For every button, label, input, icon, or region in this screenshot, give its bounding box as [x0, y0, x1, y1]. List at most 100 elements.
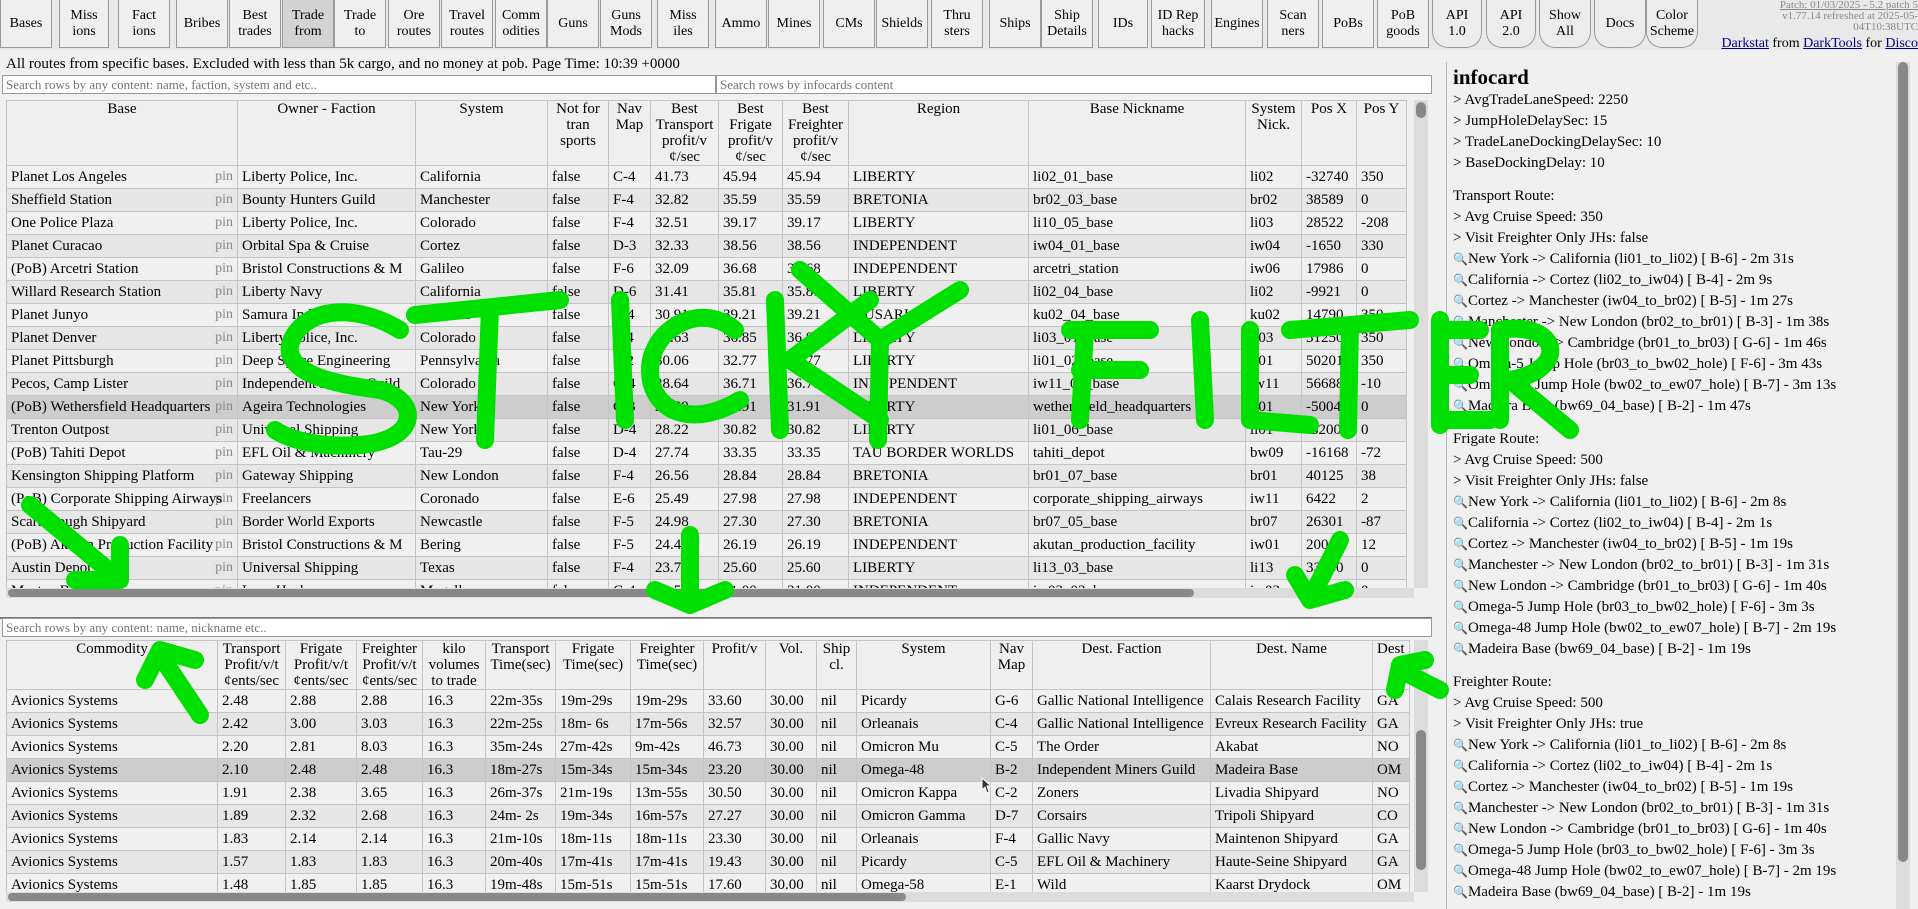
table-row[interactable]: pin (PoB) Wethersfield Headquarters Ageira…: [6, 395, 1407, 419]
nav-id-rephacks-button[interactable]: ID Rep hacks: [1151, 0, 1205, 48]
pin-button[interactable]: pin: [215, 445, 233, 461]
nav-missions-button[interactable]: Miss ions: [59, 0, 109, 48]
table-row[interactable]: pin One Police Plaza Liberty Police, Inc. C…: [6, 211, 1407, 235]
magnifier-icon[interactable]: 🔍: [1453, 336, 1468, 350]
table-row[interactable]: pin Planet Junyo Samura Industries Shikoku f…: [6, 303, 1407, 327]
route-step[interactable]: 🔍Omega-48 Jump Hole (bw02_to_ew07_hole) …: [1453, 375, 1901, 396]
commodities-vertical-scrollbar[interactable]: [1414, 640, 1428, 892]
commodities-col-header[interactable]: kilo volumes to trade: [422, 640, 486, 690]
route-step[interactable]: 🔍Omega-5 Jump Hole (br03_to_bw02_hole) […: [1453, 840, 1901, 861]
magnifier-icon[interactable]: 🔍: [1453, 621, 1468, 635]
nav-missiles-button[interactable]: Miss iles: [657, 0, 709, 48]
bases-col-header[interactable]: Owner - Faction: [237, 100, 416, 166]
bases-col-header[interactable]: Region: [848, 100, 1029, 166]
table-row[interactable]: Avionics Systems 2.42 3.00 3.03 16.3 22m-25s 1…: [6, 712, 1410, 736]
magnifier-icon[interactable]: 🔍: [1453, 378, 1468, 392]
table-row[interactable]: pin Planet Curacao Orbital Spa & Cruise Cor…: [6, 234, 1407, 258]
magnifier-icon[interactable]: 🔍: [1453, 495, 1468, 509]
nav-pobgoods-button[interactable]: PoB goods: [1377, 0, 1429, 48]
table-row[interactable]: pin Sheffield Station Bounty Hunters Guild…: [6, 188, 1407, 212]
bases-horizontal-scrollbar[interactable]: [6, 588, 1414, 598]
table-row[interactable]: pin (PoB) Tahiti Depot EFL Oil & Machinery…: [6, 441, 1407, 465]
table-row[interactable]: Avionics Systems 2.20 2.81 8.03 16.3 35m-24s 2…: [6, 735, 1410, 759]
bases-col-header[interactable]: Not for tran sports: [547, 100, 609, 166]
route-step[interactable]: 🔍California -> Cortez (li02_to_iw04) [ B…: [1453, 270, 1901, 291]
route-step[interactable]: 🔍Omega-5 Jump Hole (br03_to_bw02_hole) […: [1453, 354, 1901, 375]
table-row[interactable]: pin (PoB) Corporate Shipping Airways Freel…: [6, 487, 1407, 511]
nav-shipdetails-button[interactable]: Ship Details: [1041, 0, 1093, 48]
magnifier-icon[interactable]: 🔍: [1453, 537, 1468, 551]
magnifier-icon[interactable]: 🔍: [1453, 600, 1468, 614]
commodities-col-header[interactable]: Profit/v: [703, 640, 766, 690]
table-row[interactable]: pin Willard Research Station Liberty Navy C…: [6, 280, 1407, 304]
nav-api2-0-button[interactable]: API 2.0: [1486, 0, 1536, 48]
magnifier-icon[interactable]: 🔍: [1453, 399, 1468, 413]
nav-mines-button[interactable]: Mines: [768, 0, 820, 48]
magnifier-icon[interactable]: 🔍: [1453, 579, 1468, 593]
table-row[interactable]: pin (PoB) Akutan Production Facility Brist…: [6, 533, 1407, 557]
nav-besttrades-button[interactable]: Best trades: [229, 0, 281, 48]
bases-col-header[interactable]: Best Frigate profit/v ¢/sec: [718, 100, 783, 166]
nav-api1-0-button[interactable]: API 1.0: [1432, 0, 1482, 48]
pin-button[interactable]: pin: [215, 330, 233, 346]
pin-button[interactable]: pin: [215, 261, 233, 277]
route-step[interactable]: 🔍New London -> Cambridge (br01_to_br03) …: [1453, 819, 1901, 840]
pin-button[interactable]: pin: [215, 192, 233, 208]
route-step[interactable]: 🔍New York -> California (li01_to_li02) […: [1453, 249, 1901, 270]
bases-col-header[interactable]: System: [415, 100, 548, 166]
magnifier-icon[interactable]: 🔍: [1453, 273, 1468, 287]
nav-factions-button[interactable]: Fact ions: [118, 0, 170, 48]
table-row[interactable]: Avionics Systems 1.83 2.14 2.14 16.3 21m-10s 1…: [6, 827, 1410, 851]
magnifier-icon[interactable]: 🔍: [1453, 357, 1468, 371]
magnifier-icon[interactable]: 🔍: [1453, 864, 1468, 878]
pin-button[interactable]: pin: [215, 284, 233, 300]
search-rows-input[interactable]: [2, 75, 716, 94]
route-step[interactable]: 🔍Madeira Base (bw69_04_base) [ B-2] - 1m…: [1453, 882, 1901, 903]
commodities-col-header[interactable]: Dest. Faction: [1032, 640, 1211, 690]
nav-commodities-button[interactable]: Comm odities: [495, 0, 547, 48]
route-step[interactable]: 🔍Omega-48 Jump Hole (bw02_to_ew07_hole) …: [1453, 618, 1901, 639]
nav-ammo-button[interactable]: Ammo: [715, 0, 767, 48]
nav-travelroutes-button[interactable]: Travel routes: [441, 0, 493, 48]
commodities-col-header[interactable]: Freighter Time(sec): [630, 640, 704, 690]
magnifier-icon[interactable]: 🔍: [1453, 315, 1468, 329]
pin-button[interactable]: pin: [215, 215, 233, 231]
table-row[interactable]: Avionics Systems 2.10 2.48 2.48 16.3 18m-27s 1…: [6, 758, 1410, 782]
nav-thrusters-button[interactable]: Thru sters: [931, 0, 983, 48]
bases-col-header[interactable]: Base: [6, 100, 238, 166]
nav-ships-button[interactable]: Ships: [989, 0, 1041, 48]
magnifier-icon[interactable]: 🔍: [1453, 822, 1468, 836]
search-commodities-input[interactable]: [2, 618, 1432, 637]
magnifier-icon[interactable]: 🔍: [1453, 558, 1468, 572]
darktools-link[interactable]: DarkTools: [1803, 36, 1862, 51]
table-row[interactable]: Avionics Systems 1.57 1.83 1.83 16.3 20m-40s 1…: [6, 850, 1410, 874]
commodities-col-header[interactable]: Frigate Profit/v/t ¢ents/sec: [285, 640, 357, 690]
nav-docs-button[interactable]: Docs: [1594, 0, 1646, 48]
table-row[interactable]: Avionics Systems 1.48 1.85 1.85 16.3 19m-48s 1…: [6, 873, 1410, 892]
nav-tradefrom-button[interactable]: Trade from: [282, 0, 334, 48]
pin-button[interactable]: pin: [215, 238, 233, 254]
bases-col-header[interactable]: Best Freighter profit/v ¢/sec: [782, 100, 849, 166]
magnifier-icon[interactable]: 🔍: [1453, 885, 1468, 899]
nav-bribes-button[interactable]: Bribes: [176, 0, 228, 48]
table-row[interactable]: pin Scarborough Shipyard Border World Expo…: [6, 510, 1407, 534]
route-step[interactable]: 🔍New York -> California (li01_to_li02) […: [1453, 492, 1901, 513]
table-row[interactable]: Avionics Systems 2.48 2.88 2.88 16.3 22m-35s 1…: [6, 689, 1410, 713]
table-row[interactable]: pin Planet Pittsburgh Deep Space Engineeri…: [6, 349, 1407, 373]
route-step[interactable]: 🔍Omega-5 Jump Hole (br03_to_bw02_hole) […: [1453, 597, 1901, 618]
table-row[interactable]: Avionics Systems 1.91 2.38 3.65 16.3 26m-37s 2…: [6, 781, 1410, 805]
route-step[interactable]: 🔍Manchester -> New London (br02_to_br01)…: [1453, 312, 1901, 333]
commodities-col-header[interactable]: Dest: [1372, 640, 1410, 690]
magnifier-icon[interactable]: 🔍: [1453, 843, 1468, 857]
pin-button[interactable]: pin: [215, 537, 233, 553]
table-row[interactable]: pin Kensington Shipping Platform Gateway S…: [6, 464, 1407, 488]
route-step[interactable]: 🔍California -> Cortez (li02_to_iw04) [ B…: [1453, 513, 1901, 534]
route-step[interactable]: 🔍New London -> Cambridge (br01_to_br03) …: [1453, 576, 1901, 597]
magnifier-icon[interactable]: 🔍: [1453, 252, 1468, 266]
table-row[interactable]: pin (PoB) Arcetri Station Bristol Construc…: [6, 257, 1407, 281]
bases-col-header[interactable]: Pos Y: [1356, 100, 1407, 166]
table-row[interactable]: pin Austin Depot Universal Shipping Texas fa…: [6, 556, 1407, 580]
route-step[interactable]: 🔍California -> Cortez (li02_to_iw04) [ B…: [1453, 756, 1901, 777]
pin-button[interactable]: pin: [215, 169, 233, 185]
bases-vertical-scrollbar[interactable]: [1414, 100, 1428, 588]
